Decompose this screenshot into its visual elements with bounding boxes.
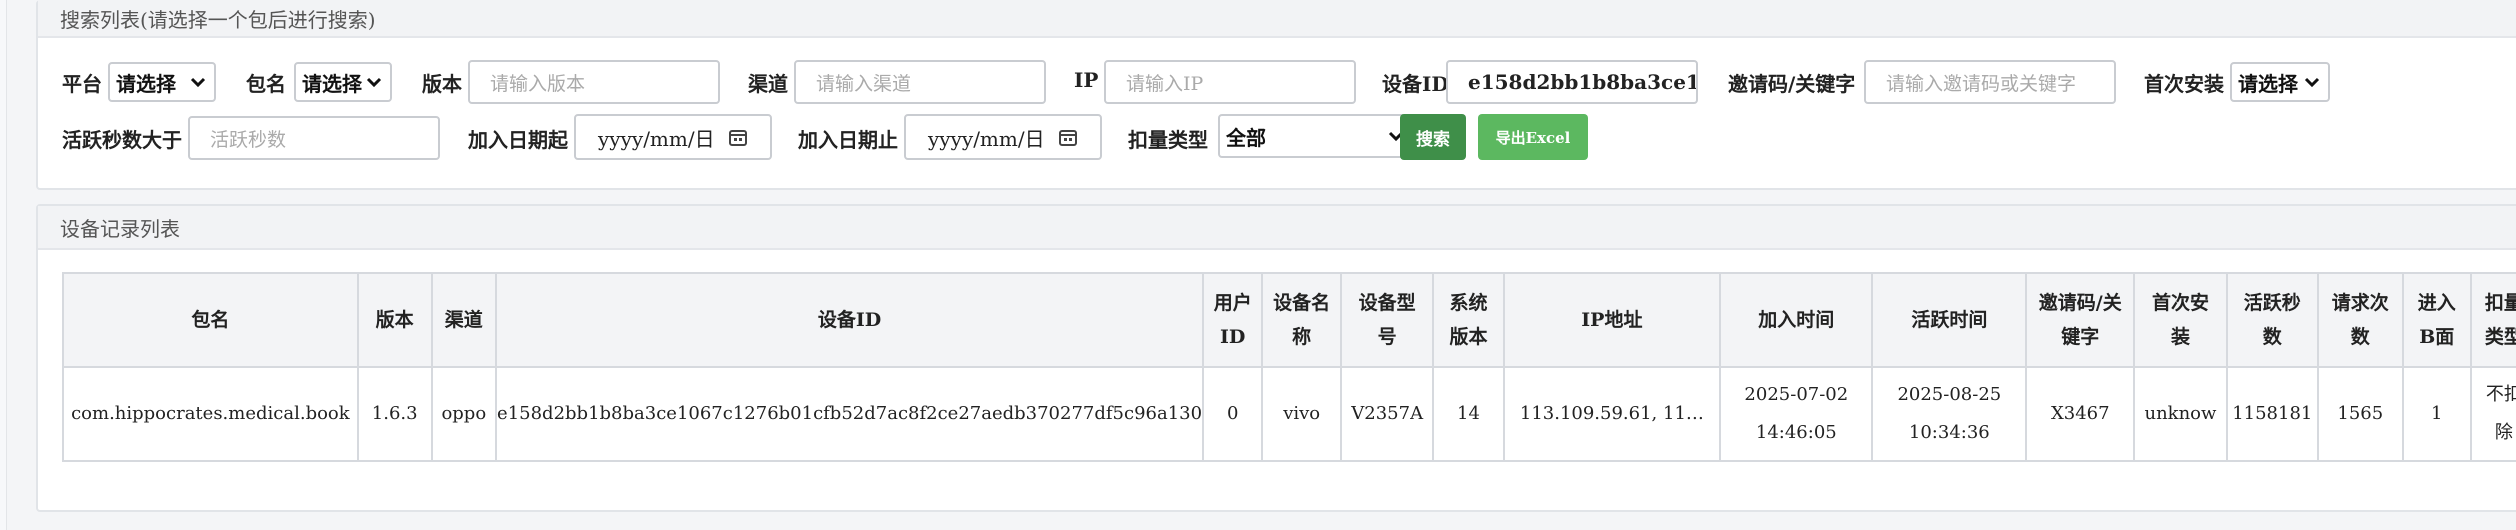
package-label: 包名 [246, 72, 286, 96]
col-header-channel: 渠道 [430, 272, 498, 368]
col-header-device-id: 设备ID [495, 272, 1205, 368]
col-header-device-name: 设备名称 [1261, 272, 1342, 368]
col-header-request-count: 请求次数 [2316, 272, 2404, 368]
cell-user-id: 0 [1202, 366, 1264, 462]
cell-invite-code: X3467 [2025, 366, 2136, 462]
first-install-select-value: 请选择 [2238, 71, 2298, 96]
cell-device-model: V2357A [1339, 366, 1435, 462]
col-header-ip: IP地址 [1502, 272, 1722, 368]
deduct-type-label: 扣量类型 [1128, 128, 1208, 152]
join-end-label: 加入日期止 [798, 128, 898, 152]
col-header-join-time: 加入时间 [1719, 272, 1874, 368]
cell-request-count: 1565 [2316, 366, 2404, 462]
deduct-type-select-value: 全部 [1226, 125, 1266, 150]
deduct-type-select[interactable]: 全部 [1218, 114, 1414, 158]
search-button[interactable]: 搜索 [1400, 114, 1466, 160]
invite-code-label: 邀请码/关键字 [1728, 72, 1856, 96]
cell-os-version: 14 [1432, 366, 1505, 462]
left-edge-strip [0, 0, 7, 530]
records-panel: 设备记录列表 包名 版本 渠道 设备ID 用户 ID 设备名称 设备型号 系统 版本… [36, 204, 2516, 512]
cell-active-time: 2025-08-25 10:34:36 [1871, 366, 2028, 462]
cell-package: com.hippocrates.medical.book [62, 366, 359, 462]
cell-ip: 113.109.59.61, 11… [1502, 366, 1722, 462]
col-header-package: 包名 [62, 272, 359, 368]
search-panel: 搜索列表(请选择一个包后进行搜索) 平台 请选择 包名 请选择 版本 请输入版本… [36, 0, 2516, 190]
col-header-deduct-type: 扣量 类型 [2469, 272, 2516, 368]
package-select[interactable]: 请选择 [294, 62, 392, 102]
cell-join-time: 2025-07-02 14:46:05 [1719, 366, 1874, 462]
cell-device-name: vivo [1261, 366, 1342, 462]
col-header-active-seconds: 活跃秒数 [2225, 272, 2319, 368]
table-header-row: 包名 版本 渠道 设备ID 用户 ID 设备名称 设备型号 系统 版本 IP地址 加… [62, 272, 2516, 368]
cell-channel: oppo [430, 366, 498, 462]
platform-select[interactable]: 请选择 [108, 62, 216, 102]
col-header-enter-b-side: 进入 B面 [2401, 272, 2472, 368]
channel-input[interactable]: 请输入渠道 [794, 60, 1046, 104]
cell-enter-b-side: 1 [2401, 366, 2472, 462]
chevron-down-icon [190, 77, 206, 88]
version-label: 版本 [422, 72, 462, 96]
cell-version: 1.6.3 [356, 366, 433, 462]
join-end-date-input[interactable]: yyyy/mm/日 [904, 114, 1102, 160]
ip-label: IP [1074, 68, 1099, 92]
first-install-select[interactable]: 请选择 [2230, 62, 2330, 102]
col-header-device-model: 设备型号 [1339, 272, 1435, 368]
active-seconds-input[interactable]: 活跃秒数 [188, 116, 440, 160]
join-start-date-input[interactable]: yyyy/mm/日 [574, 114, 772, 160]
ip-input[interactable]: 请输入IP [1104, 60, 1356, 104]
join-end-date-value: yyyy/mm/日 [928, 126, 1045, 151]
first-install-label: 首次安装 [2144, 72, 2224, 96]
records-panel-title: 设备记录列表 [38, 206, 2516, 250]
col-header-invite-code: 邀请码/关 键字 [2025, 272, 2136, 368]
table-row: com.hippocrates.medical.book 1.6.3 oppo … [62, 366, 2516, 462]
invite-code-input[interactable]: 请输入邀请码或关键字 [1864, 60, 2116, 104]
package-select-value: 请选择 [302, 71, 362, 96]
cell-deduct-type: 不扣除 [2469, 366, 2516, 462]
col-header-active-time: 活跃时间 [1871, 272, 2028, 368]
platform-label: 平台 [62, 72, 102, 96]
col-header-user-id: 用户 ID [1202, 272, 1264, 368]
channel-label: 渠道 [748, 72, 788, 96]
calendar-icon[interactable] [1058, 127, 1078, 147]
export-excel-button[interactable]: 导出Excel [1478, 114, 1588, 160]
device-id-label: 设备ID [1382, 72, 1449, 96]
cell-ip-text: 113.109.59.61, 11… [1519, 403, 1704, 424]
version-input[interactable]: 请输入版本 [468, 60, 720, 104]
col-header-version: 版本 [356, 272, 433, 368]
calendar-icon[interactable] [728, 127, 748, 147]
col-header-os-version: 系统 版本 [1432, 272, 1505, 368]
cell-active-seconds: 1158181 [2225, 366, 2319, 462]
join-start-label: 加入日期起 [468, 128, 568, 152]
search-panel-title: 搜索列表(请选择一个包后进行搜索) [38, 0, 2516, 38]
join-start-date-value: yyyy/mm/日 [598, 126, 715, 151]
device-id-input[interactable]: e158d2bb1b8ba3ce1067c [1446, 60, 1698, 104]
col-header-first-install: 首次安装 [2133, 272, 2228, 368]
chevron-down-icon [366, 77, 382, 88]
platform-select-value: 请选择 [116, 71, 176, 96]
active-seconds-label: 活跃秒数大于 [62, 128, 182, 152]
records-table: 包名 版本 渠道 设备ID 用户 ID 设备名称 设备型号 系统 版本 IP地址 加… [62, 272, 2516, 462]
cell-device-id: e158d2bb1b8ba3ce1067c1276b01cfb52d7ac8f2… [495, 366, 1205, 462]
cell-first-install: unknow [2133, 366, 2228, 462]
chevron-down-icon [2304, 77, 2320, 88]
